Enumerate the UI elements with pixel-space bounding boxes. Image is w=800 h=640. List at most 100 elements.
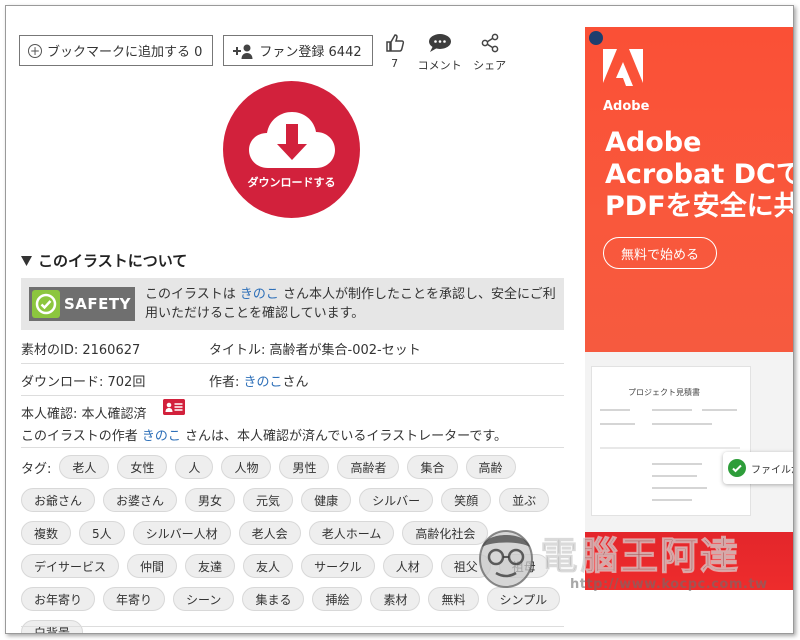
tag-chip[interactable]: お年寄り (21, 587, 96, 611)
like-button[interactable]: 7 (383, 33, 407, 70)
ad-headline: Adobe Acrobat DCで PDFを安全に共 (605, 127, 794, 223)
tag-chip[interactable]: 老人 (59, 455, 110, 479)
ad-headline-line-1: Adobe (605, 127, 702, 158)
tag-chip[interactable]: 友達 (185, 554, 236, 578)
tag-chip[interactable]: 元気 (243, 488, 294, 512)
share-button[interactable]: シェア (473, 33, 507, 73)
divider (21, 447, 564, 448)
verification-status: 本人確認: 本人確認済 (21, 398, 185, 422)
tag-chip[interactable]: デイサービス (21, 554, 120, 578)
tag-chip[interactable]: 複数 (21, 521, 72, 545)
tag-chip[interactable]: 笑顔 (441, 488, 492, 512)
triangle-down-icon (21, 255, 32, 266)
tag-chip[interactable]: 老人ホーム (308, 521, 395, 545)
ad-headline-line-3: PDFを安全に共 (605, 191, 794, 222)
check-icon (32, 290, 60, 318)
tag-chip[interactable]: 無料 (428, 587, 479, 611)
site-watermark: 電腦王阿達 http://www.kocpc.com.tw (474, 521, 767, 601)
tag-chip[interactable]: 人 (175, 455, 214, 479)
share-icon (481, 33, 498, 53)
tag-chip[interactable]: 集合 (407, 455, 458, 479)
fan-label: ファン登録 6442 (259, 45, 362, 60)
ad-toast-text: ファイルが保 (751, 464, 793, 476)
info-row-2: ダウンロード: 702回 作者: きのこさん (21, 366, 564, 396)
thumbs-up-icon (385, 34, 404, 52)
safety-label: SAFETY (64, 295, 131, 313)
author-link[interactable]: きのこ (244, 375, 283, 390)
ad-screenshot: プロジェクト見積書 ファイルが保 (585, 352, 793, 532)
tag-chip[interactable]: 集まる (242, 587, 305, 611)
adobe-logo-icon (603, 49, 643, 86)
tag-chip[interactable]: 老人会 (238, 521, 301, 545)
watermark-text: 電腦王阿達 (539, 534, 741, 579)
tag-chip[interactable]: 人物 (221, 455, 272, 479)
ad-toast: ファイルが保 (723, 452, 793, 484)
tags-label: タグ: (21, 461, 52, 477)
fan-register-button[interactable]: ファン登録 6442 (223, 35, 373, 66)
bookmark-button[interactable]: + ブックマークに追加する 0 (19, 35, 214, 66)
tag-chip[interactable]: 健康 (301, 488, 352, 512)
about-section-title[interactable]: このイラストについて (21, 250, 187, 271)
tag-chip[interactable]: 男女 (185, 488, 236, 512)
add-user-icon (233, 44, 253, 59)
check-circle-icon (728, 459, 746, 477)
bookmark-label: ブックマークに追加する 0 (47, 45, 203, 60)
safety-text: このイラストは きのこ さん本人が制作したことを承認し、安全にご利用いただけるこ… (145, 285, 556, 323)
download-count: ダウンロード: 702回 (21, 375, 146, 390)
ad-document-preview: プロジェクト見積書 (591, 366, 751, 516)
tag-chip[interactable]: 並ぶ (499, 488, 550, 512)
tag-chip[interactable]: 素材 (370, 587, 421, 611)
mascot-face-icon (479, 530, 533, 588)
info-row-1: 素材のID: 2160627 タイトル: 高齢者が集合-002-セット (21, 334, 564, 364)
safety-badge: SAFETY (29, 287, 135, 321)
comment-button[interactable]: コメント (417, 33, 463, 73)
tag-chip[interactable]: 友人 (243, 554, 294, 578)
ad-cta-button[interactable]: 無料で始める (603, 237, 717, 269)
tag-chip[interactable]: 仲間 (127, 554, 178, 578)
tag-chip[interactable]: 白背景 (21, 620, 84, 633)
share-label: シェア (473, 59, 507, 72)
safety-notice: SAFETY このイラストは きのこ さん本人が制作したことを承認し、安全にご利… (21, 278, 564, 330)
like-count: 7 (391, 57, 399, 70)
verify-desc-pre: このイラストの作者 (21, 429, 138, 444)
author-label: 作者: (209, 375, 240, 390)
author-field: 作者: きのこさん (199, 371, 309, 390)
verification-text: 本人確認: 本人確認済 (21, 407, 147, 422)
tag-chip[interactable]: 男性 (279, 455, 330, 479)
id-card-icon (162, 398, 185, 415)
plus-circle-icon: + (28, 43, 42, 58)
verification-description: このイラストの作者 きのこ さんは、本人確認が済んでいるイラストレーターです。 (21, 425, 507, 444)
verify-author-link[interactable]: きのこ (142, 429, 181, 444)
ad-headline-line-2: Acrobat DCで (605, 159, 794, 190)
ad-choices-icon[interactable] (589, 31, 603, 45)
safety-text-pre: このイラストは (145, 287, 236, 302)
download-label: ダウンロードする (247, 175, 336, 189)
tag-chip[interactable]: 高齢者 (337, 455, 400, 479)
speech-bubble-icon (428, 34, 451, 52)
tag-chip[interactable]: 年寄り (103, 587, 166, 611)
comment-label: コメント (417, 59, 462, 72)
ad-logo-text: Adobe (603, 99, 650, 114)
tag-chip[interactable]: シーン (173, 587, 235, 611)
download-button[interactable]: ダウンロードする (223, 81, 360, 218)
tag-chip[interactable]: シルバー (359, 488, 434, 512)
verify-desc-post: さんは、本人確認が済んでいるイラストレーターです。 (185, 429, 508, 444)
material-title: タイトル: 高齢者が集合-002-セット (209, 343, 421, 358)
material-id: 素材のID: 2160627 (21, 343, 141, 358)
tag-chip[interactable]: 女性 (117, 455, 168, 479)
tag-chip[interactable]: 高齢 (465, 455, 516, 479)
about-title-text: このイラストについて (38, 252, 188, 270)
tag-chip[interactable]: 5人 (79, 521, 125, 545)
bottom-divider (21, 626, 564, 627)
author-suffix: さん (282, 375, 309, 390)
safety-author-link[interactable]: きのこ (240, 287, 279, 302)
tag-chip[interactable]: お婆さん (103, 488, 178, 512)
adobe-ad-banner[interactable]: Adobe Adobe Acrobat DCで PDFを安全に共 無料で始める … (585, 27, 794, 590)
page-frame: + ブックマークに追加する 0 ファン登録 6442 7 コメント シェア ダウ… (5, 5, 794, 634)
tag-chip[interactable]: サークル (301, 554, 375, 578)
tag-chip[interactable]: 挿絵 (312, 587, 363, 611)
tag-chip[interactable]: 人材 (382, 554, 433, 578)
cloud-download-icon (248, 111, 335, 168)
tag-chip[interactable]: お爺さん (21, 488, 96, 512)
tag-chip[interactable]: シルバー人材 (132, 521, 231, 545)
